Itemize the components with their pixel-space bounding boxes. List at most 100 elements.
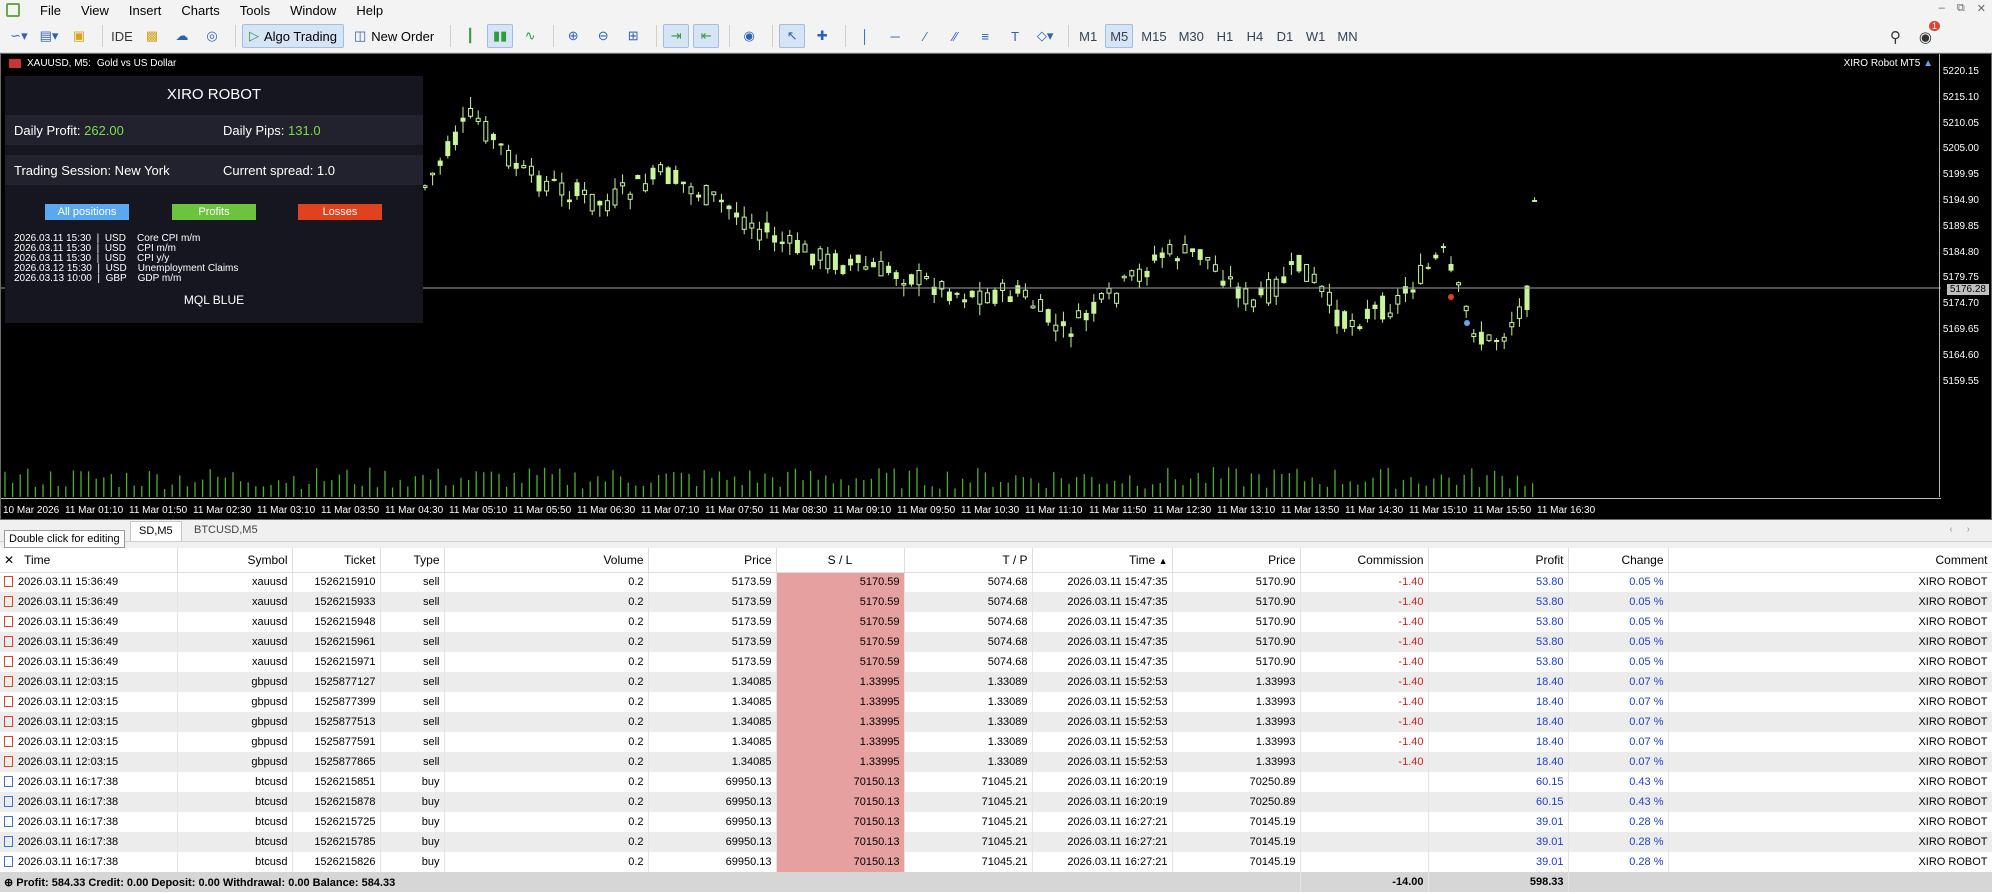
tf-h1[interactable]: H1 [1212, 24, 1238, 48]
menu-view[interactable]: View [71, 3, 119, 18]
price-chart[interactable]: XAUUSD, M5: Gold vs US Dollar XIRO Robot… [0, 53, 1992, 520]
menu-insert[interactable]: Insert [119, 3, 172, 18]
table-row[interactable]: 2026.03.11 16:17:38 btcusd 1526215851 buy 0.… [0, 772, 1992, 792]
text-icon[interactable]: T [1002, 24, 1028, 48]
table-row[interactable]: 2026.03.11 12:03:15 gbpusd 1525877127 sell 0… [0, 672, 1992, 692]
cursor-icon[interactable]: ↖ [779, 24, 806, 48]
time-label: 11 Mar 16:30 [1537, 505, 1596, 516]
table-cell: XIRO ROBOT [1668, 632, 1992, 652]
menu-file[interactable]: File [30, 3, 71, 18]
fibonacci-icon[interactable]: ≡ [972, 24, 998, 48]
zoom-out-icon[interactable]: ⊖ [590, 24, 616, 48]
table-row[interactable]: 2026.03.11 12:03:15 gbpusd 1525877865 sell 0… [0, 752, 1992, 772]
all-positions-button[interactable]: All positions [45, 204, 129, 220]
col-time[interactable]: ✕ Time [0, 548, 178, 573]
col-symbol[interactable]: Symbol [177, 548, 293, 573]
col-sl[interactable]: S / L [776, 548, 905, 573]
tf-d1[interactable]: D1 [1272, 24, 1298, 48]
zoom-in-icon[interactable]: ⊕ [560, 24, 586, 48]
col-change[interactable]: Change [1568, 548, 1669, 573]
notifications-icon[interactable]: ◉ 1 [1919, 20, 1940, 46]
trendline-icon[interactable]: ∕ [912, 24, 938, 48]
col-profit[interactable]: Profit [1428, 548, 1569, 573]
search-icon[interactable]: ⚲ [1890, 28, 1901, 46]
bar-chart-icon[interactable]: ┃ [457, 24, 483, 48]
cell-open-time: 2026.03.11 15:36:49 [0, 592, 178, 612]
restore-icon[interactable]: ⧉ [1957, 2, 1965, 15]
ide-button[interactable]: IDE [109, 24, 135, 48]
channel-icon[interactable]: ∕∕ [942, 24, 968, 48]
table-row[interactable]: 2026.03.11 16:17:38 btcusd 1526215878 buy 0.… [0, 792, 1992, 812]
candle-body [1083, 312, 1089, 321]
menu-tools[interactable]: Tools [230, 3, 280, 18]
tf-h4[interactable]: H4 [1242, 24, 1268, 48]
col-ticket[interactable]: Ticket [292, 548, 381, 573]
profits-button[interactable]: Profits [172, 204, 256, 220]
col-close-time[interactable]: Time ▲ [1032, 548, 1173, 573]
table-row[interactable]: 2026.03.11 15:36:49 xauusd 1526215910 sell 0… [0, 572, 1992, 592]
table-row[interactable]: 2026.03.11 12:03:15 gbpusd 1525877513 sell 0… [0, 712, 1992, 732]
col-close-price[interactable]: Price [1172, 548, 1301, 573]
shapes-icon[interactable]: ◇▾ [1032, 24, 1058, 48]
menu-charts[interactable]: Charts [171, 3, 229, 18]
menu-window[interactable]: Window [280, 3, 346, 18]
expand-icon[interactable]: ⊕ [4, 877, 16, 889]
tf-m30[interactable]: M30 [1175, 24, 1208, 48]
signals-icon[interactable]: ◎ [199, 24, 225, 48]
vertical-line-icon[interactable]: │ [852, 24, 878, 48]
line-chart-icon[interactable]: ∿ [517, 24, 543, 48]
table-row[interactable]: 2026.03.11 12:03:15 gbpusd 1525877399 sell 0… [0, 692, 1992, 712]
table-cell: sell [380, 612, 445, 632]
tf-mn[interactable]: MN [1333, 24, 1361, 48]
chart-type-icon[interactable]: ∽▾ [6, 24, 32, 48]
new-order-button[interactable]: ◫ New Order [348, 24, 440, 48]
table-row[interactable]: 2026.03.11 16:17:38 btcusd 1526215826 buy 0.… [0, 852, 1992, 872]
screenshot-icon[interactable]: ◉ [736, 24, 762, 48]
table-cell: 1.34085 [648, 712, 777, 732]
tile-windows-icon[interactable]: ⊞ [620, 24, 646, 48]
briefcase-icon[interactable]: ▩ [139, 24, 165, 48]
table-row[interactable]: 2026.03.11 15:36:49 xauusd 1526215948 sell 0… [0, 612, 1992, 632]
table-cell: 1.33993 [1172, 672, 1301, 692]
col-type[interactable]: Type [380, 548, 445, 573]
horizontal-line-icon[interactable]: ─ [882, 24, 908, 48]
tf-m15[interactable]: M15 [1137, 24, 1170, 48]
candle-body [498, 143, 504, 146]
templates-icon[interactable]: ▤▾ [36, 24, 62, 48]
crosshair-icon[interactable]: ✚ [809, 24, 835, 48]
tf-m5[interactable]: M5 [1105, 24, 1134, 48]
losses-button[interactable]: Losses [298, 204, 382, 220]
table-cell: 0.2 [444, 592, 649, 612]
symbol-flag-icon [9, 59, 21, 68]
candle-body [620, 182, 626, 187]
tf-w1[interactable]: W1 [1302, 24, 1330, 48]
candlestick-icon[interactable]: ▮▮ [487, 24, 514, 48]
cloud-icon[interactable]: ☁ [169, 24, 195, 48]
menu-help[interactable]: Help [346, 3, 393, 18]
table-row[interactable]: 2026.03.11 16:17:38 btcusd 1526215785 buy 0.… [0, 832, 1992, 852]
algo-trading-button[interactable]: ▷ Algo Trading [242, 24, 344, 48]
tf-m1[interactable]: M1 [1075, 24, 1101, 48]
close-icon[interactable]: ✕ [1977, 2, 1986, 15]
col-comment[interactable]: Comment [1668, 548, 1992, 573]
col-commission[interactable]: Commission [1300, 548, 1429, 573]
table-row[interactable]: 2026.03.11 15:36:49 xauusd 1526215933 sell 0… [0, 592, 1992, 612]
table-row[interactable]: 2026.03.11 12:03:15 gbpusd 1525877591 sell 0… [0, 732, 1992, 752]
table-row[interactable]: 2026.03.11 15:36:49 xauusd 1526215961 sell 0… [0, 632, 1992, 652]
close-panel-icon[interactable]: ✕ [4, 553, 14, 567]
table-row[interactable]: 2026.03.11 16:17:38 btcusd 1526215725 buy 0.… [0, 812, 1992, 832]
col-volume[interactable]: Volume [444, 548, 649, 573]
tab-btcusd[interactable]: BTCUSD,M5 [186, 521, 266, 541]
table-row[interactable]: 2026.03.11 15:36:49 xauusd 1526215971 sell 0… [0, 652, 1992, 672]
market-watch-icon[interactable]: ▣ [66, 24, 92, 48]
chart-shift-icon[interactable]: ⇤ [693, 24, 720, 48]
col-tp[interactable]: T / P [904, 548, 1033, 573]
table-cell [1300, 792, 1429, 812]
autoscroll-icon[interactable]: ⇥ [663, 24, 690, 48]
candle-body [1098, 293, 1104, 300]
col-price[interactable]: Price [648, 548, 777, 573]
tab-scroll-arrows[interactable]: ‹› [1949, 524, 1984, 535]
tab-xauusd[interactable]: SD,M5 [130, 521, 182, 541]
table-cell: 70150.13 [776, 852, 905, 872]
minimize-icon[interactable]: – [1939, 2, 1945, 15]
